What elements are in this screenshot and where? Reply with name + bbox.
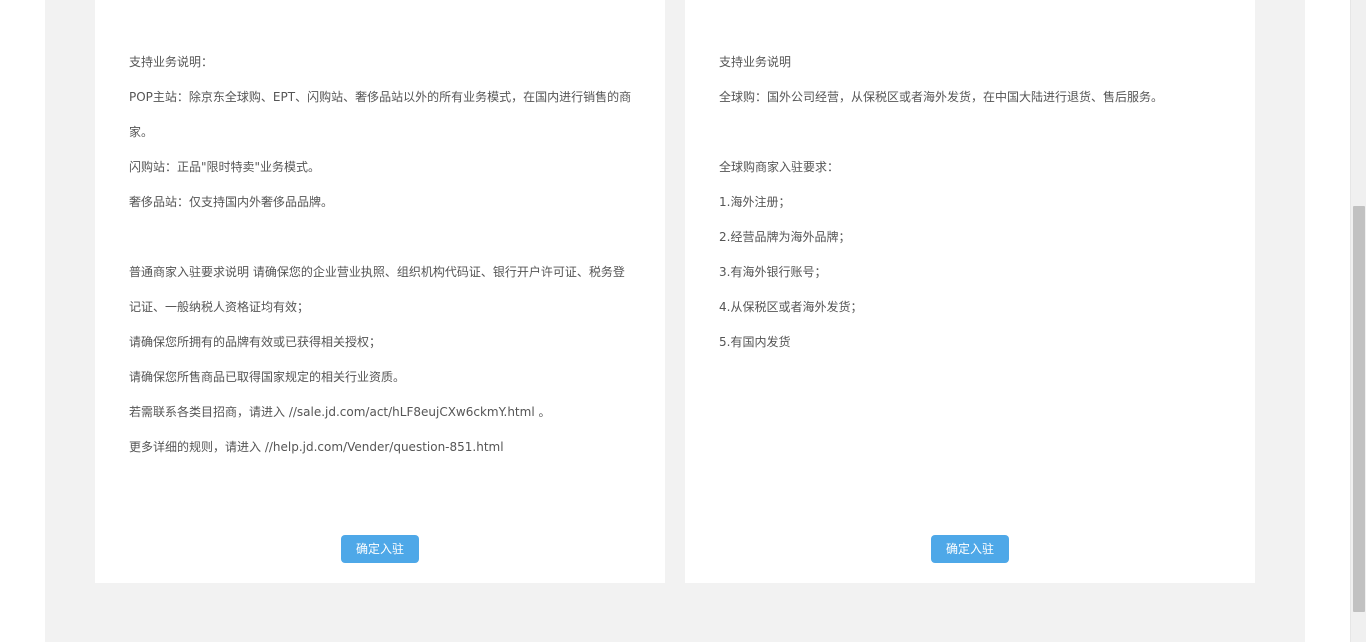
requirement-item: 4.从保税区或者海外发货； xyxy=(719,300,863,314)
scrollbar-thumb[interactable] xyxy=(1353,206,1365,612)
requirement-item: 5.有国内发货 xyxy=(719,335,791,349)
vertical-scrollbar[interactable] xyxy=(1350,0,1366,642)
global-merchant-requirements-heading: 全球购商家入驻要求： xyxy=(719,160,840,174)
brand-authorization-requirement: 请确保您所拥有的品牌有效或已获得相关授权； xyxy=(129,335,382,349)
rules-link-text[interactable]: 更多详细的规则，请进入 //help.jd.com/Vender/questio… xyxy=(129,430,634,465)
requirement-item: 3.有海外银行账号； xyxy=(719,265,827,279)
product-qualification-requirement: 请确保您所售商品已取得国家规定的相关行业资质。 xyxy=(129,370,406,384)
global-purchase-description: 支持业务说明 全球购：国外公司经营，从保税区或者海外发货，在中国大陆进行退货、售… xyxy=(719,45,1224,360)
merchant-requirements-description: 普通商家入驻要求说明 请确保您的企业营业执照、组织机构代码证、银行开户许可证、税… xyxy=(129,265,625,314)
pop-main-site-description: POP主站：除京东全球购、EPT、闪购站、奢侈品站以外的所有业务模式，在国内进行… xyxy=(129,90,632,139)
pop-merchant-panel: 支持业务说明： POP主站：除京东全球购、EPT、闪购站、奢侈品站以外的所有业务… xyxy=(95,0,665,583)
requirement-item: 1.海外注册； xyxy=(719,195,791,209)
confirm-settle-button-pop[interactable]: 确定入驻 xyxy=(341,535,419,563)
flash-sale-description: 闪购站：正品"限时特卖"业务模式。 xyxy=(129,160,321,174)
category-contact-link-text[interactable]: 若需联系各类目招商，请进入 //sale.jd.com/act/hLF8eujC… xyxy=(129,395,634,430)
global-purchase-description-line: 全球购：国外公司经营，从保税区或者海外发货，在中国大陆进行退货、售后服务。 xyxy=(719,90,1164,104)
support-business-heading: 支持业务说明： xyxy=(129,55,214,69)
pop-merchant-description: 支持业务说明： POP主站：除京东全球购、EPT、闪购站、奢侈品站以外的所有业务… xyxy=(129,45,634,465)
global-purchase-panel: 支持业务说明 全球购：国外公司经营，从保税区或者海外发货，在中国大陆进行退货、售… xyxy=(685,0,1255,583)
luxury-site-description: 奢侈品站：仅支持国内外奢侈品品牌。 xyxy=(129,195,334,209)
confirm-settle-button-global[interactable]: 确定入驻 xyxy=(931,535,1009,563)
support-business-heading: 支持业务说明 xyxy=(719,55,792,69)
requirement-item: 2.经营品牌为海外品牌； xyxy=(719,230,851,244)
